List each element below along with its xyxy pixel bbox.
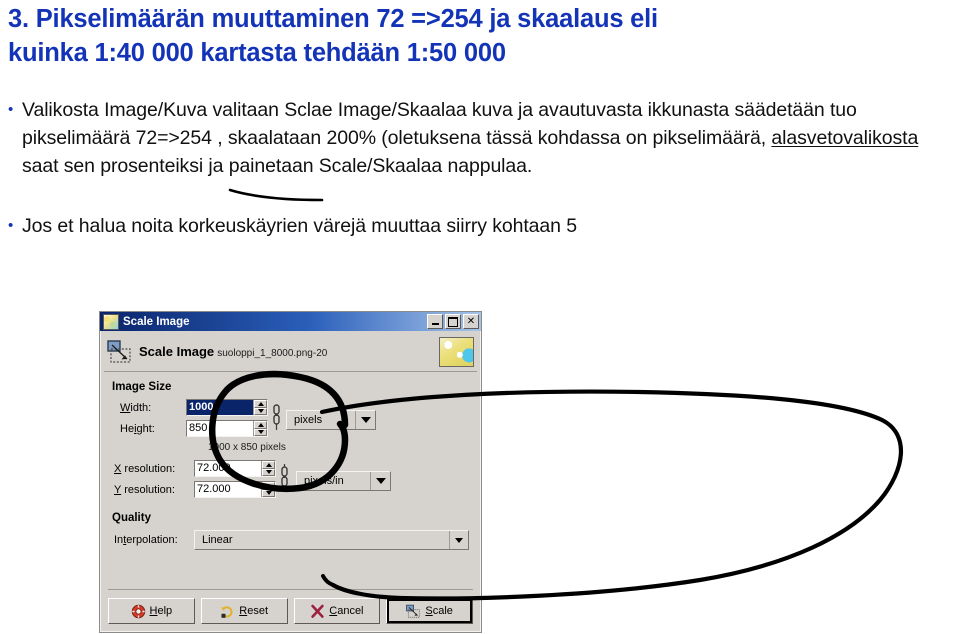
bullet-text-underlined-part: alasvetovalikosta bbox=[771, 127, 919, 149]
resolution-unit-combo[interactable]: pixels/in bbox=[296, 471, 391, 491]
interpolation-combo[interactable]: Linear bbox=[194, 530, 469, 550]
x-resolution-spinner[interactable]: 72.000 bbox=[194, 460, 276, 477]
bullet-text: Valikosta Image/Kuva valitaan Sclae Imag… bbox=[22, 96, 952, 180]
chain-link-icon[interactable] bbox=[271, 403, 281, 437]
dialog-button-bar: Help Reset Cancel Scale bbox=[108, 589, 473, 624]
page-title-line-1: 3. Pikselimäärän muuttaminen 72 =>254 ja… bbox=[8, 5, 658, 33]
map-preview-thumbnail bbox=[439, 337, 474, 367]
height-input[interactable]: 850 bbox=[187, 421, 253, 436]
width-spinner[interactable]: 1000 bbox=[186, 399, 268, 416]
scale-image-dialog[interactable]: Scale Image ✕ Scale Image suoloppi_1_800… bbox=[99, 311, 482, 633]
bullet-text: Jos et halua noita korkeuskäyrien värejä… bbox=[22, 215, 577, 237]
image-thumbnail-icon bbox=[103, 313, 119, 330]
height-step-down-icon[interactable] bbox=[254, 428, 267, 436]
reset-button-label: Reset bbox=[239, 605, 268, 617]
x-resolution-row: X resolution: 72.000 bbox=[112, 460, 276, 477]
interpolation-value: Linear bbox=[202, 534, 233, 546]
width-step-down-icon[interactable] bbox=[254, 407, 267, 415]
dialog-title: Scale Image bbox=[123, 315, 190, 328]
resolution-unit-combo-wrap: pixels/in bbox=[296, 471, 391, 491]
interpolation-row: Interpolation: Linear bbox=[112, 530, 471, 550]
size-fields-block: Width: 1000 Height: 850 pixels bbox=[112, 399, 471, 441]
y-resolution-stepper[interactable] bbox=[261, 482, 275, 497]
chevron-down-icon[interactable] bbox=[355, 411, 375, 429]
x-res-step-up-icon[interactable] bbox=[262, 461, 275, 469]
width-step-up-icon[interactable] bbox=[254, 400, 267, 408]
cancel-x-icon bbox=[310, 604, 325, 619]
height-label: Height: bbox=[120, 422, 155, 435]
y-res-step-up-icon[interactable] bbox=[262, 482, 275, 490]
dialog-header-title: Scale Image bbox=[139, 343, 215, 359]
size-unit-combo[interactable]: pixels bbox=[286, 410, 376, 430]
help-button-label: Help bbox=[149, 605, 173, 617]
x-resolution-stepper[interactable] bbox=[261, 461, 275, 476]
chain-link-icon[interactable] bbox=[279, 464, 289, 498]
height-stepper[interactable] bbox=[253, 421, 267, 436]
height-row: Height: 850 bbox=[112, 420, 268, 437]
image-size-summary: 1000 x 850 pixels bbox=[208, 442, 286, 453]
width-stepper[interactable] bbox=[253, 400, 267, 415]
dialog-titlebar[interactable]: Scale Image ✕ bbox=[100, 312, 481, 331]
maximize-button[interactable] bbox=[445, 314, 461, 329]
dialog-header-filename: suoloppi_1_8000.png-20 bbox=[217, 347, 328, 359]
cancel-button-label: Cancel bbox=[329, 605, 364, 617]
width-input[interactable]: 1000 bbox=[187, 400, 253, 415]
scale-image-icon bbox=[107, 340, 133, 364]
window-controls: ✕ bbox=[427, 314, 479, 329]
y-resolution-row: Y resolution: 72.000 bbox=[112, 481, 276, 498]
chevron-down-icon[interactable] bbox=[449, 531, 468, 549]
y-resolution-label: Y resolution: bbox=[114, 483, 175, 496]
bullet-text-part: Valikosta Image/Kuva valitaan Sclae Imag… bbox=[22, 99, 857, 149]
list-item: • Jos et halua noita korkeuskäyrien väre… bbox=[8, 212, 952, 240]
page-title-line-2: kuinka 1:40 000 kartasta tehdään 1:50 00… bbox=[8, 39, 506, 67]
x-res-step-down-icon[interactable] bbox=[262, 468, 275, 476]
scale-icon bbox=[406, 604, 421, 619]
dialog-header-texts: Scale Image suoloppi_1_8000.png-20 bbox=[139, 343, 439, 360]
scale-button[interactable]: Scale bbox=[386, 598, 473, 624]
reset-icon bbox=[220, 604, 235, 619]
quality-group-label: Quality bbox=[112, 512, 151, 524]
bullet-spacer bbox=[8, 180, 952, 212]
interpolation-label: Interpolation: bbox=[114, 534, 178, 546]
close-icon[interactable]: ✕ bbox=[463, 314, 479, 329]
resolution-fields-column: X resolution: 72.000 Y resolution: 72.00… bbox=[112, 460, 276, 502]
size-unit-value: pixels bbox=[294, 414, 323, 426]
minimize-button[interactable] bbox=[427, 314, 443, 329]
resolution-unit-value: pixels/in bbox=[304, 475, 344, 487]
bullet-marker: • bbox=[8, 217, 14, 234]
y-res-step-down-icon[interactable] bbox=[262, 489, 275, 497]
reset-button[interactable]: Reset bbox=[200, 598, 288, 624]
dialog-body: Image Size Width: 1000 Height: 850 pixel… bbox=[100, 372, 481, 550]
width-row: Width: 1000 bbox=[112, 399, 268, 416]
height-spinner[interactable]: 850 bbox=[186, 420, 268, 437]
chevron-down-icon[interactable] bbox=[370, 472, 390, 490]
x-resolution-label: X resolution: bbox=[114, 462, 176, 475]
height-step-up-icon[interactable] bbox=[254, 421, 267, 429]
image-size-group-label: Image Size bbox=[112, 381, 172, 393]
help-button[interactable]: Help bbox=[108, 598, 195, 624]
list-item: • Valikosta Image/Kuva valitaan Sclae Im… bbox=[8, 96, 952, 180]
dialog-header: Scale Image suoloppi_1_8000.png-20 bbox=[104, 334, 477, 372]
size-unit-combo-wrap: pixels bbox=[286, 410, 376, 430]
bullet-text-part-tail: saat sen prosenteiksi ja painetaan Scale… bbox=[22, 155, 533, 177]
x-resolution-input[interactable]: 72.000 bbox=[195, 461, 261, 476]
size-fields-column: Width: 1000 Height: 850 bbox=[112, 399, 268, 441]
help-lifering-icon bbox=[131, 604, 146, 619]
resolution-fields-block: X resolution: 72.000 Y resolution: 72.00… bbox=[112, 460, 471, 502]
scale-button-label: Scale bbox=[425, 605, 453, 617]
bullet-list: • Valikosta Image/Kuva valitaan Sclae Im… bbox=[8, 96, 952, 240]
width-label: Width: bbox=[120, 401, 152, 414]
y-resolution-spinner[interactable]: 72.000 bbox=[194, 481, 276, 498]
cancel-button[interactable]: Cancel bbox=[293, 598, 381, 624]
page-title: 3. Pikselimäärän muuttaminen 72 =>254 ja… bbox=[8, 2, 952, 70]
bullet-marker: • bbox=[8, 101, 14, 118]
y-resolution-input[interactable]: 72.000 bbox=[195, 482, 261, 497]
